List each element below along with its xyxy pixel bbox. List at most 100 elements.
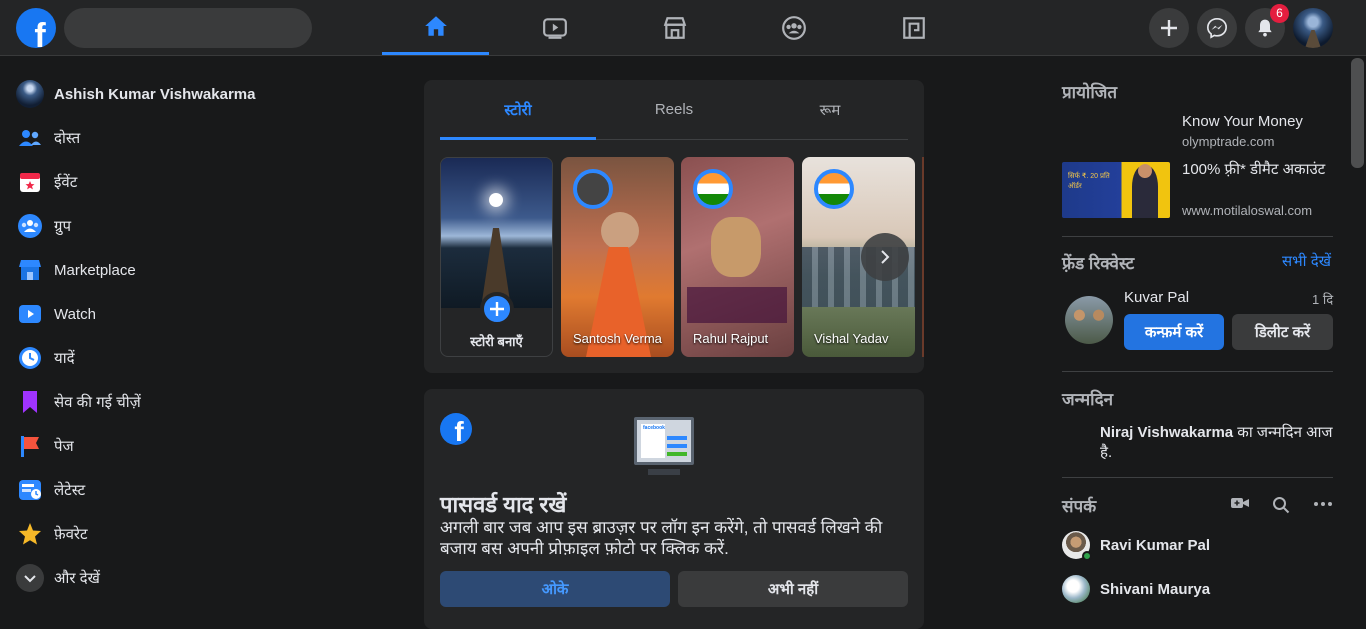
divider xyxy=(1062,236,1333,237)
groups-icon xyxy=(781,15,806,40)
password-title: पासवर्ड याद रखें xyxy=(440,492,567,517)
sidebar-item-friends[interactable]: दोस्त xyxy=(8,116,348,160)
watch-icon xyxy=(542,17,567,39)
ok-button[interactable]: ओके xyxy=(440,571,670,607)
add-story-button[interactable] xyxy=(480,292,514,326)
facebook-icon: f xyxy=(440,413,472,445)
delete-button[interactable]: डिलीट करें xyxy=(1232,314,1333,350)
stories-next-button[interactable] xyxy=(861,233,909,281)
sidebar-item-profile[interactable]: Ashish Kumar Vishwakarma xyxy=(8,72,348,116)
notifications-button[interactable]: 6 xyxy=(1245,4,1289,48)
scrollbar-thumb[interactable] xyxy=(1351,58,1364,168)
sidebar-item-label: Marketplace xyxy=(54,261,136,279)
page-scrollbar[interactable] xyxy=(1350,56,1366,612)
nav-marketplace-tab[interactable] xyxy=(621,0,728,55)
tab-stories[interactable]: स्टोरी xyxy=(440,80,596,140)
sponsored-heading: प्रायोजित xyxy=(1062,83,1118,102)
sidebar-item-label: Ashish Kumar Vishwakarma xyxy=(54,85,256,103)
ad-banner-text: सिर्फ ₹. 20 प्रति ऑर्डर xyxy=(1068,173,1110,190)
new-room-button[interactable] xyxy=(1230,494,1252,514)
sidebar-item-groups[interactable]: ग्रुप xyxy=(8,204,348,248)
plus-icon xyxy=(1161,20,1177,36)
watch-icon xyxy=(16,300,44,328)
sidebar-item-label: फ़ेवरेट xyxy=(54,526,88,543)
nav-home-tab[interactable] xyxy=(382,0,489,55)
account-avatar[interactable] xyxy=(1293,8,1333,48)
birthday-text: Niraj Vishwakarma का जन्मदिन आज है. xyxy=(1100,423,1336,463)
friends-icon xyxy=(16,124,44,152)
sidebar-item-label: पेज xyxy=(54,438,74,455)
left-sidebar: Ashish Kumar Vishwakarma दोस्त ईवेंट ग्र… xyxy=(8,72,348,600)
video-plus-icon xyxy=(1231,498,1249,508)
sidebar-item-label: यादें xyxy=(54,350,75,367)
nav-gaming-tab[interactable] xyxy=(860,0,967,55)
create-button[interactable] xyxy=(1149,8,1189,48)
friend-requests-heading: फ़्रेंड रिक्वेस्ट xyxy=(1062,254,1135,273)
sidebar-item-memories[interactable]: यादें xyxy=(8,336,348,380)
sidebar-item-see-more[interactable]: और देखें xyxy=(8,556,348,600)
story-author-avatar xyxy=(693,169,733,209)
contacts-options-button[interactable] xyxy=(1313,496,1333,512)
create-story-label: स्टोरी बनाएँ xyxy=(470,334,523,349)
ad-banner-image: सिर्फ ₹. 20 प्रति ऑर्डर xyxy=(1062,162,1170,218)
login-illustration: facebook xyxy=(634,417,694,465)
online-indicator xyxy=(1082,551,1092,561)
search-input[interactable] xyxy=(64,8,312,48)
profile-avatar xyxy=(16,80,44,108)
sidebar-item-events[interactable]: ईवेंट xyxy=(8,160,348,204)
nav-groups-tab[interactable] xyxy=(740,0,847,55)
messenger-icon xyxy=(1207,18,1227,39)
chevron-down-icon xyxy=(16,564,44,592)
sidebar-item-watch[interactable]: Watch xyxy=(8,292,348,336)
sidebar-item-saved[interactable]: सेव की गई चीज़ें xyxy=(8,380,348,424)
top-bar: f 6 xyxy=(0,0,1366,56)
latest-icon xyxy=(16,476,44,504)
see-all-link[interactable]: सभी देखें xyxy=(1282,251,1331,271)
story-card[interactable]: Santosh Verma xyxy=(561,157,674,357)
sidebar-item-latest[interactable]: लेटेस्ट xyxy=(8,468,348,512)
ad-item[interactable]: Know Your Money olymptrade.com xyxy=(1062,112,1334,156)
gaming-icon xyxy=(902,16,925,39)
facebook-logo[interactable]: f xyxy=(16,8,56,48)
facebook-icon-letter: f xyxy=(454,416,464,445)
story-card[interactable]: Rahul Rajput xyxy=(681,157,794,357)
memories-icon xyxy=(16,344,44,372)
ad-domain: www.motilaloswal.com xyxy=(1182,203,1313,218)
sidebar-item-pages[interactable]: पेज xyxy=(8,424,348,468)
tab-reels[interactable]: Reels xyxy=(596,80,752,139)
contacts-heading: संपर्क xyxy=(1062,497,1097,516)
contact-item[interactable]: Ravi Kumar Pal xyxy=(1062,531,1210,561)
plus-icon xyxy=(490,302,504,316)
bell-icon xyxy=(1258,19,1272,37)
tab-rooms[interactable]: रूम xyxy=(752,80,908,139)
friend-request-name[interactable]: Kuvar Pal xyxy=(1124,289,1189,306)
sidebar-item-marketplace[interactable]: Marketplace xyxy=(8,248,348,292)
messenger-button[interactable] xyxy=(1197,8,1237,48)
sidebar-item-label: दोस्त xyxy=(54,130,81,147)
password-description: अगली बार जब आप इस ब्राउज़र पर लॉग इन करे… xyxy=(440,518,883,558)
birthdays-heading: जन्मदिन xyxy=(1062,390,1114,409)
birthday-person-name[interactable]: Niraj Vishwakarma xyxy=(1100,424,1233,441)
groups-icon xyxy=(16,212,44,240)
gift-icon xyxy=(1062,424,1090,452)
story-photo xyxy=(601,212,639,250)
story-photo-banner xyxy=(687,287,787,323)
confirm-button[interactable]: कन्फ़र्म करें xyxy=(1124,314,1224,350)
sidebar-item-favorites[interactable]: फ़ेवरेट xyxy=(8,512,348,556)
story-author-name: Vishal Yadav xyxy=(814,331,889,346)
story-photo xyxy=(711,217,761,277)
nav-watch-tab[interactable] xyxy=(501,0,608,55)
contact-item[interactable]: Shivani Maurya xyxy=(1062,575,1210,603)
friend-request-avatar[interactable] xyxy=(1065,296,1113,344)
ad-item[interactable]: सिर्फ ₹. 20 प्रति ऑर्डर 100% फ़्री* डीमै… xyxy=(1062,160,1334,222)
more-dots-icon xyxy=(1314,502,1332,506)
marketplace-icon xyxy=(663,16,686,39)
ad-title: 100% फ़्री* डीमैट अकाउंट xyxy=(1182,161,1326,178)
search-contacts-button[interactable] xyxy=(1272,496,1290,514)
pages-icon xyxy=(16,432,44,460)
create-story-card[interactable]: स्टोरी बनाएँ xyxy=(440,157,553,357)
login-illustration-stand xyxy=(648,469,680,475)
not-now-button[interactable]: अभी नहीं xyxy=(678,571,908,607)
chevron-right-icon xyxy=(881,250,890,264)
ad-domain: olymptrade.com xyxy=(1182,134,1275,149)
